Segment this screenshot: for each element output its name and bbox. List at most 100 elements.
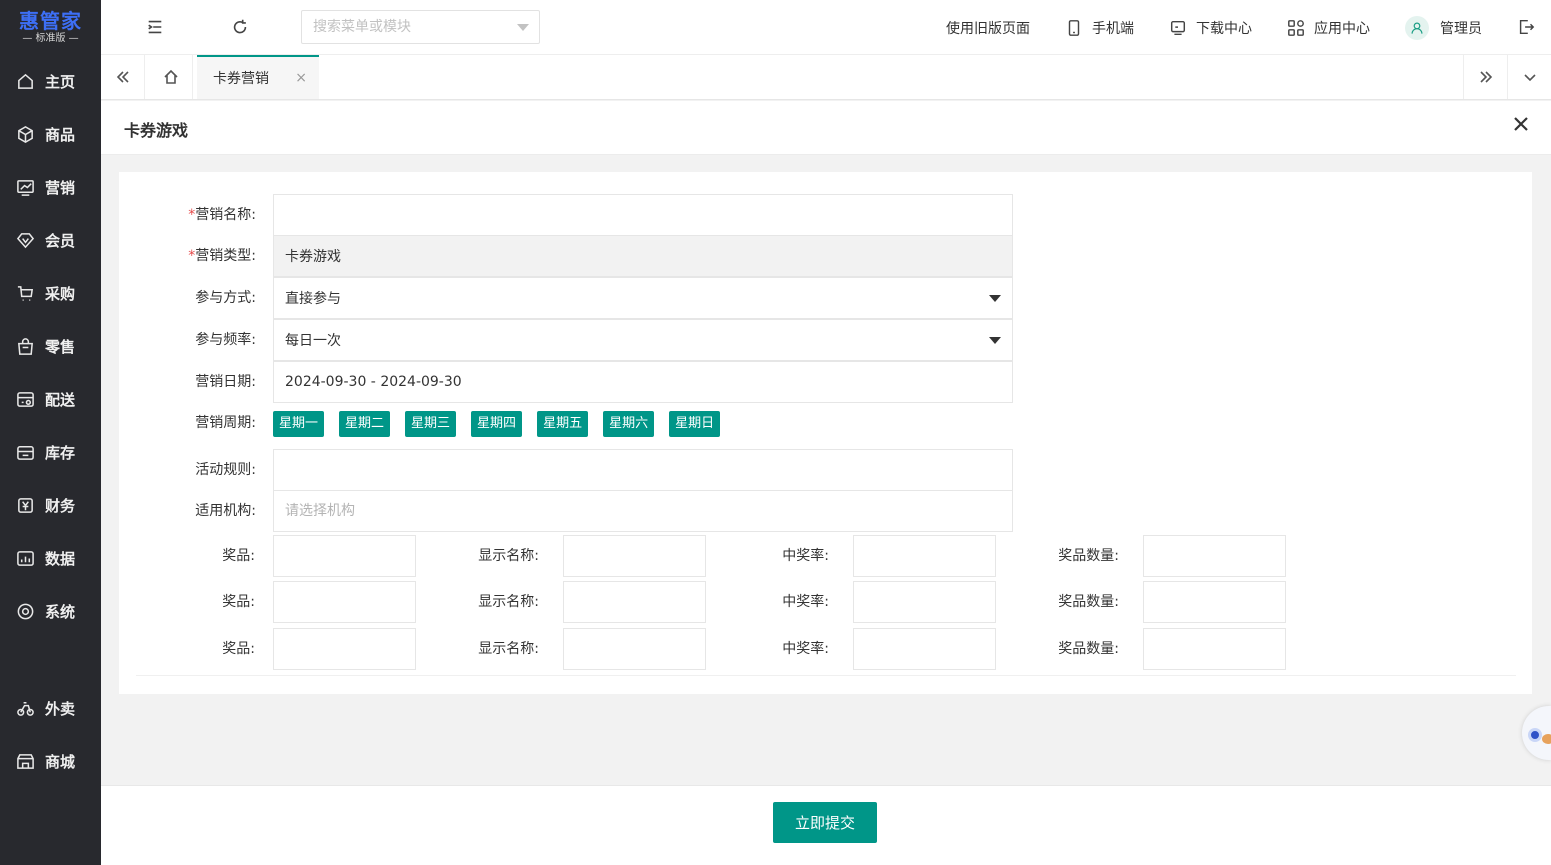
app-logo[interactable]: 惠管家 — 标准版 — xyxy=(0,0,101,55)
old-version-label: 使用旧版页面 xyxy=(946,20,1030,37)
sidebar-item-marketing[interactable]: 营销 xyxy=(0,161,101,214)
display-name-input[interactable] xyxy=(563,535,706,577)
sidebar-item-label: 数据 xyxy=(45,550,76,568)
submit-button[interactable]: 立即提交 xyxy=(773,802,877,843)
sidebar-item-member[interactable]: 会员 xyxy=(0,214,101,267)
weekday-tag-thu[interactable]: 星期四 xyxy=(471,411,523,437)
home-tab-icon[interactable] xyxy=(149,55,193,99)
win-rate-input[interactable] xyxy=(853,535,996,577)
tabs-scroll-left-icon[interactable] xyxy=(101,55,145,99)
participation-mode-select[interactable]: 直接参与 xyxy=(273,277,1013,319)
sidebar-item-mall[interactable]: 商城 xyxy=(0,735,101,788)
win-rate-input[interactable] xyxy=(853,628,996,670)
form-row-mode: 参与方式: 直接参与 xyxy=(119,277,1532,319)
sidebar-item-delivery[interactable]: 配送 xyxy=(0,373,101,426)
prize-qty-input[interactable] xyxy=(1143,535,1286,577)
assistant-widget[interactable] xyxy=(1522,706,1551,760)
participation-frequency-select[interactable]: 每日一次 xyxy=(273,319,1013,361)
sidebar-item-purchase[interactable]: 采购 xyxy=(0,267,101,320)
yuan-icon xyxy=(18,498,33,513)
win-rate-input-field[interactable] xyxy=(854,536,995,576)
marketing-date-field[interactable]: 2024-09-30 - 2024-09-30 xyxy=(273,361,1013,403)
sidebar-item-goods[interactable]: 商品 xyxy=(0,108,101,161)
prize-qty-input-field[interactable] xyxy=(1144,629,1285,669)
sidebar-item-data[interactable]: 数据 xyxy=(0,532,101,585)
prize-input[interactable] xyxy=(273,628,416,670)
sidebar-item-system[interactable]: 系统 xyxy=(0,585,101,638)
weekday-tag-fri[interactable]: 星期五 xyxy=(537,411,589,437)
prize-qty-input[interactable] xyxy=(1143,628,1286,670)
old-version-link[interactable]: 使用旧版页面 xyxy=(946,18,1030,38)
field-label: *营销类型: xyxy=(119,235,256,277)
diamond-icon xyxy=(16,233,35,249)
prize-qty-input[interactable] xyxy=(1143,581,1286,623)
marketing-type-field: 卡券游戏 xyxy=(273,235,1013,277)
form-row-name: *营销名称: xyxy=(119,194,1532,236)
prize-input[interactable] xyxy=(273,581,416,623)
weekday-tag-tue[interactable]: 星期二 xyxy=(339,411,391,437)
sidebar-item-takeout[interactable]: 外卖 xyxy=(0,682,101,735)
user-menu[interactable]: 管理员 xyxy=(1405,15,1482,40)
participation-mode-value: 直接参与 xyxy=(285,291,341,307)
form-row-frequency: 参与频率: 每日一次 xyxy=(119,319,1532,361)
menu-toggle-icon[interactable] xyxy=(146,18,166,38)
tab-close-icon[interactable]: × xyxy=(295,70,307,86)
prize-row: 奖品: 显示名称: 中奖率: 奖品数量: xyxy=(119,628,1532,670)
apps-grid-icon xyxy=(1288,19,1304,36)
win-rate-input[interactable] xyxy=(853,581,996,623)
chevron-down-icon[interactable] xyxy=(517,24,529,31)
tab-coupon-marketing[interactable]: 卡券营销 × xyxy=(197,55,319,99)
weekday-tag-sun[interactable]: 星期日 xyxy=(669,411,721,437)
monitor-icon xyxy=(1170,20,1186,35)
search-input[interactable] xyxy=(302,12,502,42)
tabs-scroll-right-icon[interactable] xyxy=(1463,55,1507,99)
download-center-link[interactable]: 下载中心 xyxy=(1169,18,1252,38)
prize-input-field[interactable] xyxy=(274,582,415,622)
sidebar-item-label: 主页 xyxy=(45,73,76,91)
close-icon[interactable] xyxy=(1513,116,1533,136)
user-icon xyxy=(1411,22,1423,34)
prize-label: 奖品: xyxy=(222,548,255,564)
activity-rules-input[interactable] xyxy=(285,452,1012,488)
org-select-field[interactable] xyxy=(273,490,1013,532)
sidebar-item-finance[interactable]: 财务 xyxy=(0,479,101,532)
sidebar-spacer xyxy=(0,638,101,682)
win-rate-input-field[interactable] xyxy=(854,582,995,622)
win-rate-input-field[interactable] xyxy=(854,629,995,669)
app-center-link[interactable]: 应用中心 xyxy=(1287,18,1370,38)
prize-qty-input-field[interactable] xyxy=(1144,582,1285,622)
mobile-link[interactable]: 手机端 xyxy=(1065,18,1134,38)
weekday-tag-wed[interactable]: 星期三 xyxy=(405,411,457,437)
marketing-name-input[interactable] xyxy=(285,197,1012,233)
marketing-name-field[interactable] xyxy=(273,194,1013,236)
prize-input-field[interactable] xyxy=(274,629,415,669)
sidebar-item-retail[interactable]: 零售 xyxy=(0,320,101,373)
display-name-input-field[interactable] xyxy=(564,582,705,622)
tabs-menu-chevron-down-icon[interactable] xyxy=(1507,55,1551,99)
activity-rules-field[interactable] xyxy=(273,449,1013,491)
assistant-mascot-detail xyxy=(1542,734,1551,744)
prize-input-field[interactable] xyxy=(274,536,415,576)
field-label: *营销名称: xyxy=(119,194,256,236)
sidebar-item-label: 商品 xyxy=(45,126,76,144)
weekday-tag-mon[interactable]: 星期一 xyxy=(273,411,325,437)
refresh-icon[interactable] xyxy=(231,18,251,38)
display-name-input[interactable] xyxy=(563,628,706,670)
menu-search[interactable] xyxy=(301,10,540,44)
sidebar-item-home[interactable]: 主页 xyxy=(0,55,101,108)
logout-icon[interactable] xyxy=(1517,18,1537,38)
prize-qty-label: 奖品数量: xyxy=(1058,594,1119,610)
logo-subtitle: — 标准版 — xyxy=(22,32,79,44)
sidebar-item-label: 外卖 xyxy=(45,700,76,718)
sidebar-item-inventory[interactable]: 库存 xyxy=(0,426,101,479)
weekday-tag-sat[interactable]: 星期六 xyxy=(603,411,655,437)
display-name-input-field[interactable] xyxy=(564,536,705,576)
chevron-down-icon[interactable] xyxy=(989,337,1001,344)
org-select-input[interactable] xyxy=(285,493,1012,529)
display-name-input-field[interactable] xyxy=(564,629,705,669)
display-name-input[interactable] xyxy=(563,581,706,623)
chevron-down-icon[interactable] xyxy=(989,295,1001,302)
sidebar-item-label: 库存 xyxy=(45,444,76,462)
prize-input[interactable] xyxy=(273,535,416,577)
prize-qty-input-field[interactable] xyxy=(1144,536,1285,576)
